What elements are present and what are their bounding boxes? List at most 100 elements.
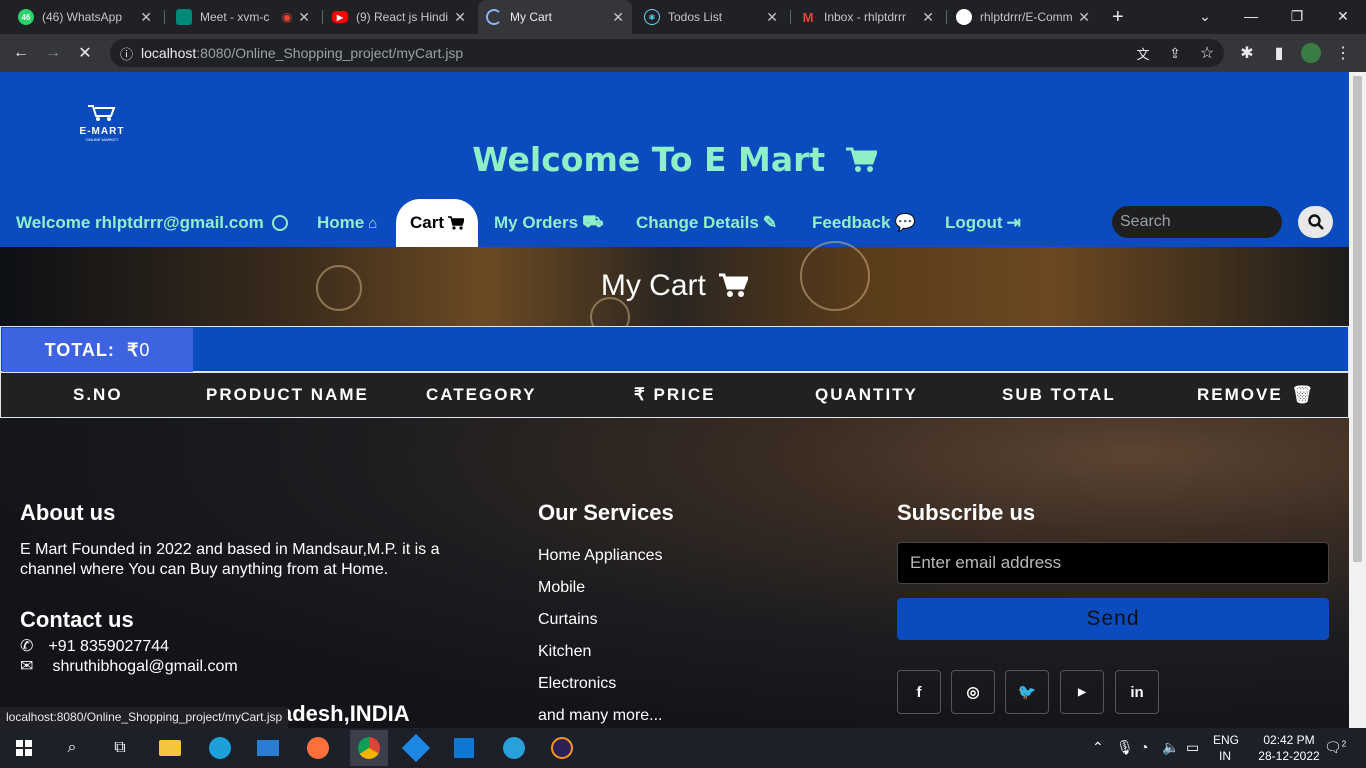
close-tab-icon[interactable]: ✕: [140, 9, 152, 26]
service-link-kitchen[interactable]: Kitchen: [538, 642, 591, 662]
mail-icon[interactable]: [252, 732, 284, 764]
gmail-icon: M: [802, 9, 814, 25]
instagram-icon[interactable]: ◎: [951, 670, 995, 714]
facebook-icon[interactable]: f: [897, 670, 941, 714]
edge-icon[interactable]: [204, 732, 236, 764]
share-icon[interactable]: ⇪: [1162, 40, 1188, 66]
new-tab-button[interactable]: +: [1104, 0, 1134, 34]
store-icon[interactable]: [448, 732, 480, 764]
nav-cart[interactable]: Cart: [396, 199, 478, 247]
profile-avatar[interactable]: [1301, 43, 1321, 63]
tab-whatsapp[interactable]: 46 (46) WhatsApp ✕: [10, 0, 160, 34]
nav-feedback[interactable]: Feedback 💬: [812, 212, 916, 234]
tab-my-cart[interactable]: My Cart ✕: [478, 0, 632, 34]
file-explorer-icon[interactable]: [154, 732, 186, 764]
eclipse-icon[interactable]: [546, 732, 578, 764]
translate-icon[interactable]: 文: [1130, 40, 1156, 66]
about-text: E Mart Founded in 2022 and based in Mand…: [20, 541, 440, 578]
whatsapp-icon: 46: [18, 9, 34, 25]
nav-logout[interactable]: Logout ⇥: [945, 212, 1021, 234]
battery-icon[interactable]: ▭: [1186, 739, 1199, 756]
nav-logout-label: Logout: [945, 213, 1003, 232]
windows-start-icon[interactable]: [8, 732, 40, 764]
twitter-icon[interactable]: 🐦: [1005, 670, 1049, 714]
tab-title: (9) React js Hindi: [356, 10, 449, 24]
notification-icon[interactable]: 🗨2: [1324, 739, 1346, 756]
address-bar[interactable]: ⓘ localhost:8080/Online_Shopping_project…: [110, 39, 1224, 67]
firefox-icon[interactable]: [302, 732, 334, 764]
col-sub-total: SUB TOTAL: [1002, 385, 1116, 404]
linkedin-icon[interactable]: in: [1115, 670, 1159, 714]
extensions-icon[interactable]: ✱: [1234, 40, 1260, 66]
service-link-home-appliances[interactable]: Home Appliances: [538, 546, 663, 566]
side-panel-icon[interactable]: ▮: [1266, 40, 1292, 66]
youtube-icon: ▶: [332, 11, 348, 23]
total-value: 0: [139, 339, 151, 360]
tab-gmail[interactable]: M Inbox - rhlptdrrr ✕: [792, 0, 942, 34]
close-tab-icon[interactable]: ✕: [298, 9, 310, 26]
browser-tab-strip: 46 (46) WhatsApp ✕ Meet - xvm-c ◉ ✕ ▶ (9…: [0, 0, 1366, 34]
microphone-icon[interactable]: 🎙: [1116, 739, 1134, 756]
tab-youtube[interactable]: ▶ (9) React js Hindi ✕: [324, 0, 474, 34]
edit-icon: ✎: [762, 213, 778, 232]
welcome-heading-text: Welcome To E Mart: [472, 140, 826, 179]
close-tab-icon[interactable]: ✕: [766, 9, 778, 26]
close-tab-icon[interactable]: ✕: [454, 9, 466, 26]
tab-meet[interactable]: Meet - xvm-c ◉ ✕: [168, 0, 318, 34]
services-heading: Our Services: [538, 500, 674, 525]
tray-overflow-icon[interactable]: ⌃: [1092, 739, 1104, 756]
clock-date[interactable]: 28-12-2022: [1254, 749, 1324, 763]
chrome-icon[interactable]: [350, 730, 388, 766]
service-link-mobile[interactable]: Mobile: [538, 578, 585, 598]
page-scrollbar[interactable]: [1349, 72, 1366, 728]
close-tab-icon[interactable]: ✕: [1078, 9, 1090, 26]
close-tab-icon[interactable]: ✕: [612, 9, 624, 26]
phone-icon: ✆: [20, 638, 34, 655]
tab-todos[interactable]: ⚛ Todos List ✕: [636, 0, 786, 34]
tab-search-icon[interactable]: ⌄: [1182, 0, 1228, 32]
tab-github[interactable]: rhlptdrrr/E-Comm ✕: [948, 0, 1098, 34]
subscribe-email-input[interactable]: [897, 542, 1329, 584]
send-button[interactable]: Send: [897, 598, 1329, 640]
nav-my-orders[interactable]: My Orders ⛟: [494, 212, 603, 234]
nav-feedback-label: Feedback: [812, 213, 891, 232]
nav-welcome-user[interactable]: Welcome rhlptdrrr@gmail.com: [16, 212, 288, 234]
volume-icon[interactable]: 🔈: [1162, 739, 1179, 756]
wifi-icon[interactable]: ◔: [1140, 739, 1148, 755]
tab-title: My Cart: [510, 10, 552, 24]
search-button[interactable]: [1298, 206, 1333, 238]
nav-change-details[interactable]: Change Details ✎: [636, 212, 777, 234]
language-indicator[interactable]: ENG: [1213, 733, 1239, 747]
close-tab-icon[interactable]: ✕: [922, 9, 934, 26]
close-window-button[interactable]: ✕: [1320, 0, 1366, 32]
bookmark-star-icon[interactable]: ☆: [1194, 40, 1220, 66]
search-input[interactable]: [1112, 206, 1282, 238]
search-icon[interactable]: ⌕: [56, 732, 88, 764]
cart-table-header: S.NO PRODUCT NAME CATEGORY ₹ PRICE QUANT…: [0, 372, 1349, 418]
service-link-electronics[interactable]: Electronics: [538, 674, 616, 694]
cart-icon: [448, 216, 464, 230]
windows-taskbar: ⌕ ⧉ ⌃ 🎙 ◔ 🔈 ▭ ENG IN 02:42 PM 28-12-2022…: [0, 728, 1366, 768]
forward-arrow-icon[interactable]: →: [40, 40, 66, 66]
restore-button[interactable]: ❐: [1274, 0, 1320, 32]
comments-icon: 💬: [894, 213, 916, 232]
menu-kebab-icon[interactable]: ⋮: [1330, 40, 1356, 66]
service-link-curtains[interactable]: Curtains: [538, 610, 598, 630]
back-arrow-icon[interactable]: ←: [8, 40, 34, 66]
user-circle-icon: [271, 215, 288, 231]
stop-loading-icon[interactable]: ✕: [72, 40, 98, 66]
youtube-icon[interactable]: ▶: [1060, 670, 1104, 714]
info-icon[interactable]: ⓘ: [120, 44, 133, 63]
service-link-more[interactable]: and many more...: [538, 706, 663, 726]
web-page: E-MART ONLINE MARKET Welcome To E Mart W…: [0, 72, 1349, 728]
url-path: :8080/Online_Shopping_project/myCart.jsp: [196, 45, 464, 61]
vscode-icon[interactable]: [400, 732, 432, 764]
site-logo[interactable]: E-MART ONLINE MARKET: [72, 104, 132, 142]
scrollbar-thumb[interactable]: [1353, 76, 1362, 562]
nav-home[interactable]: Home ⌂: [317, 212, 377, 234]
telegram-icon[interactable]: [498, 732, 530, 764]
clock-time[interactable]: 02:42 PM: [1254, 733, 1324, 747]
task-view-icon[interactable]: ⧉: [104, 732, 136, 764]
cart-banner: My Cart: [0, 241, 1349, 337]
minimize-button[interactable]: —: [1228, 0, 1274, 32]
